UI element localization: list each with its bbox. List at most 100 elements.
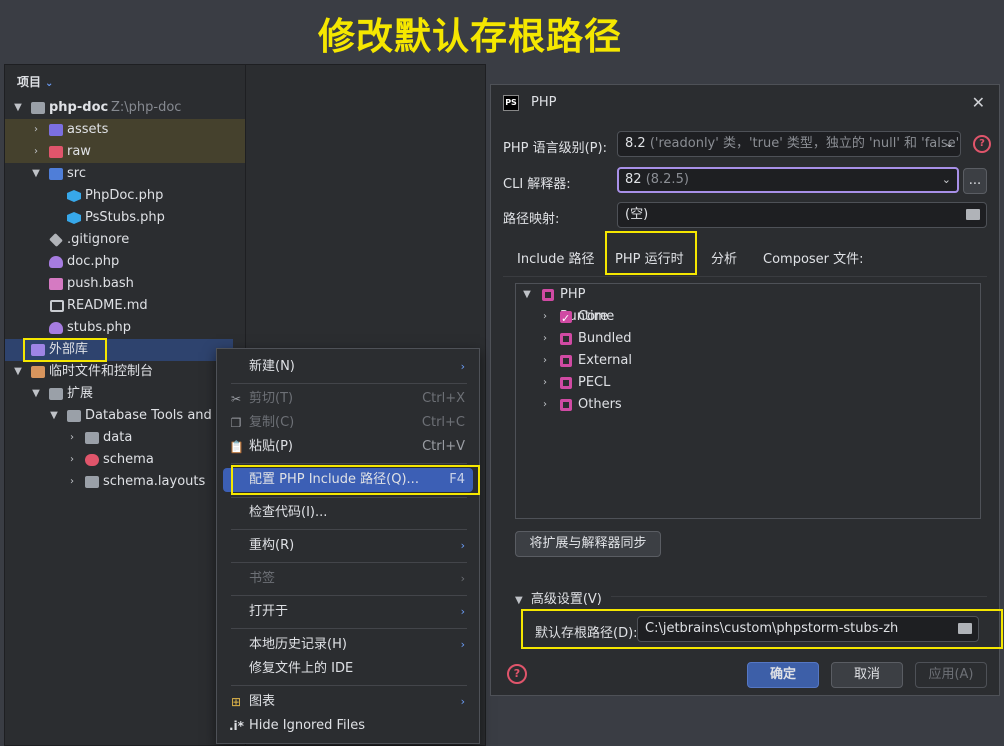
clipboard-icon: 📋 [229, 440, 244, 454]
cli-interpreter-select[interactable]: 82 (8.2.5) ⌄ [617, 167, 959, 193]
menu-item-repair-ide[interactable]: 修复文件上的 IDE [223, 657, 473, 681]
tree-item-psstubs-php[interactable]: PsStubs.php [5, 207, 245, 229]
runtime-root-checkbox[interactable] [542, 289, 554, 301]
tree-item-label: php-doc [49, 100, 109, 115]
cancel-button[interactable]: 取消 [831, 662, 903, 688]
bundled-checkbox[interactable] [560, 333, 572, 345]
chevron-right-icon[interactable]: › [538, 372, 552, 394]
menu-item-shortcut: Ctrl+C [421, 415, 465, 430]
path-mappings-field[interactable]: (空) [617, 202, 987, 228]
close-button[interactable]: ✕ [972, 93, 985, 112]
php-file-icon [49, 322, 63, 334]
tab-analysis[interactable]: 分析 [711, 245, 737, 275]
menu-item-inspect-code[interactable]: 检查代码(I)... [223, 501, 473, 525]
diagram-icon: ⊞ [230, 695, 242, 709]
highlight-box [605, 231, 697, 275]
chevron-down-icon[interactable]: ▼ [29, 163, 43, 185]
php-settings-dialog: PS PHP ✕ PHP 语言级别(P): 8.2 ('readonly' 类，… [490, 84, 1003, 696]
data-folder-icon [85, 432, 99, 444]
tree-item-stubs-php[interactable]: stubs.php [5, 317, 245, 339]
apply-button[interactable]: 应用(A) [915, 662, 987, 688]
tree-item-assets[interactable]: › assets [5, 119, 245, 141]
chevron-right-icon[interactable]: › [538, 306, 552, 328]
tree-item-schema[interactable]: › schema [5, 449, 245, 471]
menu-item-label: Hide Ignored Files [249, 718, 366, 733]
php-runtime-tree: ▼ PHP Runtime › Core › Bundled › Externa… [515, 283, 981, 519]
pecl-checkbox[interactable] [560, 377, 572, 389]
highlight-box [231, 465, 480, 495]
source-folder-icon [49, 168, 63, 180]
tree-item-label: schema.layouts [103, 474, 206, 489]
chevron-down-icon[interactable]: ▼ [520, 284, 534, 306]
chevron-down-icon[interactable]: ▼ [11, 361, 25, 383]
language-level-label: PHP 语言级别(P): [503, 141, 607, 156]
menu-item-cut[interactable]: ✂ 剪切(T) Ctrl+X [223, 387, 473, 411]
tree-item-push-bash[interactable]: push.bash [5, 273, 245, 295]
chevron-right-icon[interactable]: › [538, 350, 552, 372]
resource-folder-icon [49, 124, 63, 136]
tree-item-label: PsStubs.php [85, 210, 165, 225]
runtime-item-label: Others [578, 397, 622, 412]
sync-extensions-button[interactable]: 将扩展与解释器同步 [515, 531, 661, 557]
chevron-right-icon[interactable]: › [538, 328, 552, 350]
tree-item-schema-layouts[interactable]: › schema.layouts [5, 471, 245, 493]
chevron-right-icon[interactable]: › [29, 119, 43, 141]
submenu-arrow-icon: › [460, 539, 465, 552]
chevron-right-icon[interactable]: › [29, 141, 43, 163]
tree-item-php-doc[interactable]: ▼ php-doc Z:\php-doc [5, 97, 245, 119]
help-button[interactable]: ? [507, 664, 527, 684]
advanced-settings-toggle[interactable]: ▼ 高级设置(V) [515, 588, 602, 607]
tree-item-readme[interactable]: README.md [5, 295, 245, 317]
scissors-icon: ✂ [230, 392, 242, 406]
tab-include-path[interactable]: Include 路径 [517, 245, 594, 275]
menu-item-copy[interactable]: ❐ 复制(C) Ctrl+C [223, 411, 473, 435]
help-icon[interactable]: ? [973, 135, 991, 153]
menu-item-label: 检查代码(I)... [249, 505, 328, 520]
tab-composer-files[interactable]: Composer 文件: [763, 245, 864, 275]
tree-item-phpdoc-php[interactable]: PhpDoc.php [5, 185, 245, 207]
banner-title: 修改默认存根路径 [318, 15, 622, 58]
language-level-hint: ('readonly' 类，'true' 类型，独立的 'null' 和 'fa… [649, 136, 961, 151]
ok-button[interactable]: 确定 [747, 662, 819, 688]
core-checkbox[interactable] [560, 308, 572, 330]
tree-item-data[interactable]: › data [5, 427, 245, 449]
menu-item-diagrams[interactable]: ⊞ 图表 › [223, 690, 473, 714]
path-mappings-value: (空) [625, 207, 649, 222]
menu-item-label: 书签 [249, 571, 276, 586]
chevron-down-icon[interactable]: ▼ [29, 383, 43, 405]
tree-item-database-tools[interactable]: ▼ Database Tools and SQL [5, 405, 245, 427]
cli-interpreter-more-button[interactable]: ... [963, 168, 987, 194]
chevron-down-icon[interactable]: ▼ [11, 97, 25, 119]
tree-item-scratches[interactable]: ▼ 临时文件和控制台 [5, 361, 245, 383]
menu-separator [231, 383, 467, 384]
menu-item-bookmarks[interactable]: 书签 › [223, 567, 473, 591]
language-level-select[interactable]: 8.2 ('readonly' 类，'true' 类型，独立的 'null' 和… [617, 131, 961, 157]
menu-item-paste[interactable]: 📋 粘贴(P) Ctrl+V [223, 435, 473, 459]
project-view-selector[interactable]: 项目 ⌄ [17, 73, 53, 90]
advanced-settings-label: 高级设置(V) [530, 592, 602, 607]
tree-item-label: README.md [67, 298, 148, 313]
menu-item-label: 本地历史记录(H) [249, 637, 347, 652]
menu-item-hide-ignored-files[interactable]: .i* Hide Ignored Files [223, 714, 473, 738]
menu-item-new[interactable]: 新建(N) › [223, 355, 473, 379]
tree-item-raw[interactable]: › raw [5, 141, 245, 163]
tree-item-label: doc.php [67, 254, 120, 269]
tree-item-label: PhpDoc.php [85, 188, 164, 203]
menu-item-refactor[interactable]: 重构(R) › [223, 534, 473, 558]
chevron-right-icon[interactable]: › [65, 427, 79, 449]
menu-separator [231, 497, 467, 498]
others-checkbox[interactable] [560, 399, 572, 411]
menu-item-open-in[interactable]: 打开于 › [223, 600, 473, 624]
menu-item-local-history[interactable]: 本地历史记录(H) › [223, 633, 473, 657]
folder-icon[interactable] [966, 209, 980, 220]
chevron-down-icon[interactable]: ▼ [47, 405, 61, 427]
menu-item-label: 打开于 [249, 604, 289, 619]
chevron-right-icon[interactable]: › [538, 394, 552, 416]
external-checkbox[interactable] [560, 355, 572, 367]
tree-item-extensions[interactable]: ▼ 扩展 [5, 383, 245, 405]
chevron-right-icon[interactable]: › [65, 471, 79, 493]
tree-item-gitignore[interactable]: .gitignore [5, 229, 245, 251]
chevron-right-icon[interactable]: › [65, 449, 79, 471]
tree-item-doc-php[interactable]: doc.php [5, 251, 245, 273]
tree-item-src[interactable]: ▼ src [5, 163, 245, 185]
